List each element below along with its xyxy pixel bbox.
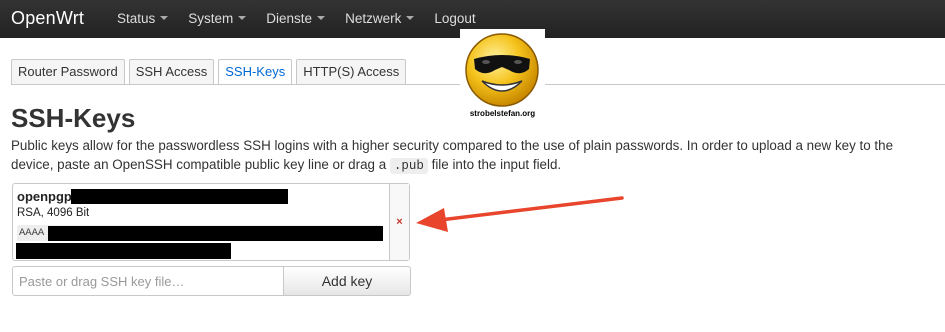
sticker-caption: strobelstefan.org bbox=[469, 109, 536, 118]
key-title: openpgp bbox=[17, 189, 72, 204]
page-description: Public keys allow for the passwordless S… bbox=[11, 136, 931, 176]
menu-logout-label: Logout bbox=[434, 11, 476, 26]
key-type-info: RSA, 4096 Bit bbox=[17, 207, 90, 219]
redaction-bar bbox=[48, 226, 383, 241]
tab-ssh-access[interactable]: SSH Access bbox=[128, 59, 215, 84]
key-data-prefix: AAAA bbox=[19, 227, 45, 239]
pub-extension-code: .pub bbox=[389, 158, 428, 174]
page-title: SSH-Keys bbox=[11, 103, 136, 133]
redaction-bar bbox=[71, 189, 288, 204]
menu-netzwerk-label: Netzwerk bbox=[345, 11, 402, 26]
menu-system-label: System bbox=[188, 11, 234, 26]
redaction-bar bbox=[16, 243, 231, 259]
tab-ssh-keys[interactable]: SSH-Keys bbox=[218, 59, 293, 84]
main-menu: Status System Dienste Netzwerk Logout bbox=[117, 0, 496, 38]
ssh-key-input[interactable] bbox=[12, 266, 284, 296]
ssh-key-entry: openpgp RSA, 4096 Bit AAAA bbox=[13, 184, 389, 260]
menu-netzwerk[interactable]: Netzwerk bbox=[345, 0, 415, 38]
tab-bar: Router Password SSH Access SSH-Keys HTTP… bbox=[11, 59, 410, 84]
add-key-button[interactable]: Add key bbox=[283, 266, 411, 296]
ssh-key-list: openpgp RSA, 4096 Bit AAAA × bbox=[12, 183, 410, 261]
chevron-down-icon bbox=[406, 16, 415, 21]
chevron-down-icon bbox=[160, 16, 169, 21]
sunglasses-smiley-icon bbox=[465, 33, 539, 107]
menu-status[interactable]: Status bbox=[117, 0, 169, 38]
chevron-down-icon bbox=[238, 16, 247, 21]
brand-logo[interactable]: OpenWrt bbox=[11, 8, 84, 29]
tab-router-password[interactable]: Router Password bbox=[11, 59, 125, 84]
sunglasses-smiley-sticker: strobelstefan.org bbox=[460, 29, 545, 128]
chevron-down-icon bbox=[317, 16, 326, 21]
menu-dienste-label: Dienste bbox=[266, 11, 313, 26]
menu-status-label: Status bbox=[117, 11, 156, 26]
menu-system[interactable]: System bbox=[188, 0, 247, 38]
description-text-end: file into the input field. bbox=[427, 157, 562, 172]
menu-dienste[interactable]: Dienste bbox=[266, 0, 326, 38]
tab-https-access[interactable]: HTTP(S) Access bbox=[296, 59, 407, 84]
remove-key-button[interactable]: × bbox=[389, 184, 409, 260]
annotation-arrow-icon bbox=[416, 196, 624, 232]
